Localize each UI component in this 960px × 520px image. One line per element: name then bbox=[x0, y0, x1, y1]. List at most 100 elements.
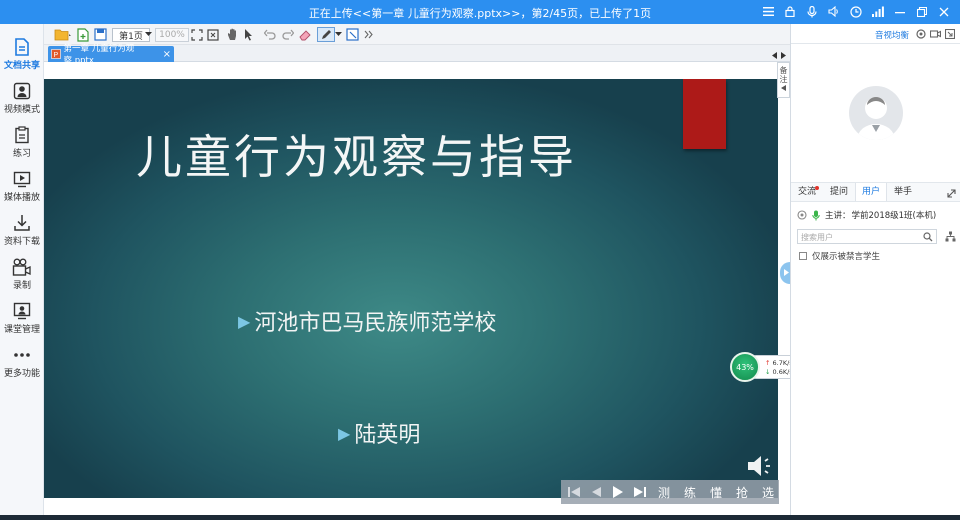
sidebar-item-video-mode[interactable]: 视频模式 bbox=[0, 78, 44, 118]
right-panel-tabs: 交流 提问 用户 举手 bbox=[791, 182, 960, 202]
slide-bullet-text: 陆英明 bbox=[354, 423, 421, 448]
eraser-icon[interactable] bbox=[299, 27, 312, 42]
sidebar-item-class-manage[interactable]: 课堂管理 bbox=[0, 298, 44, 338]
notes-tab-label: 备注 bbox=[779, 66, 788, 84]
tab-scroll-left-icon[interactable] bbox=[772, 49, 777, 62]
document-canvas[interactable]: 儿童行为观察与指导 ▶ 河池市巴马民族师范学校 ▶ 陆英明 备注 测 练 懂 抢… bbox=[44, 62, 790, 516]
playbar-choose-button[interactable]: 选 bbox=[759, 484, 777, 501]
taskbar-strip bbox=[0, 515, 960, 520]
play-icon[interactable] bbox=[611, 484, 625, 500]
slide-bullet: ▶ 陆英明 bbox=[338, 417, 420, 449]
zoom-select[interactable]: 100% bbox=[155, 28, 189, 42]
camera-settings-icon[interactable] bbox=[916, 29, 926, 42]
playbar-understand-button[interactable]: 懂 bbox=[707, 484, 725, 501]
volume-icon[interactable] bbox=[746, 454, 776, 481]
playbar-test-button[interactable]: 测 bbox=[655, 484, 673, 501]
exercise-icon bbox=[15, 126, 29, 144]
host-row: 主讲： 学前2018级1班(本机) bbox=[797, 208, 936, 222]
slide[interactable]: 儿童行为观察与指导 ▶ 河池市巴马民族师范学校 ▶ 陆英明 bbox=[44, 79, 778, 498]
upload-arrow-icon: ↑ bbox=[765, 359, 771, 367]
close-icon[interactable] bbox=[936, 3, 952, 20]
tab-label: 用户 bbox=[861, 187, 880, 197]
search-input[interactable]: 搜索用户 bbox=[797, 229, 937, 244]
tab-label: 举手 bbox=[893, 187, 912, 197]
host-mic-icon bbox=[812, 210, 820, 220]
playbar-practice-button[interactable]: 练 bbox=[681, 484, 699, 501]
sidebar-item-label: 更多功能 bbox=[3, 369, 40, 379]
muted-only-checkbox-row[interactable]: 仅展示被禁言学生 bbox=[799, 250, 880, 262]
speaker-icon[interactable] bbox=[826, 3, 842, 20]
host-name: 学前2018级1班(本机) bbox=[851, 211, 937, 221]
mic-icon[interactable] bbox=[804, 3, 820, 20]
svg-text:P: P bbox=[54, 52, 59, 59]
more-icon bbox=[14, 353, 30, 357]
avatar bbox=[849, 86, 903, 140]
tab-label: 提问 bbox=[829, 187, 848, 197]
org-tree-icon[interactable] bbox=[945, 231, 956, 245]
new-document-icon[interactable] bbox=[76, 27, 90, 42]
slide-bullet-text: 河池市巴马民族师范学校 bbox=[254, 311, 497, 336]
first-page-icon[interactable] bbox=[567, 484, 581, 500]
lock-icon[interactable] bbox=[782, 3, 798, 20]
video-mode-icon bbox=[13, 82, 31, 100]
memory-percent: 43% bbox=[730, 352, 760, 382]
right-panel-header: 音视均衡 bbox=[791, 24, 960, 44]
sidebar-item-label: 媒体播放 bbox=[3, 193, 40, 203]
hand-tool-icon[interactable] bbox=[227, 27, 239, 42]
right-panel: 音视均衡 交流 提问 用户 举手 主讲： 学前2018级1班(本机) 搜索用户 … bbox=[790, 24, 960, 520]
sidebar-item-exercise[interactable]: 练习 bbox=[0, 122, 44, 162]
pen-tool-icon[interactable] bbox=[317, 27, 335, 42]
slide-decoration-bar bbox=[683, 79, 726, 149]
sidebar-item-media-play[interactable]: 媒体播放 bbox=[0, 166, 44, 206]
left-sidebar: 文档共享 视频模式 练习 媒体播放 资料下载 录制 课堂管理 更多功能 bbox=[0, 24, 44, 520]
fit-page-icon[interactable] bbox=[207, 27, 219, 42]
download-icon bbox=[14, 215, 30, 231]
sidebar-item-download[interactable]: 资料下载 bbox=[0, 210, 44, 250]
clock-icon[interactable] bbox=[848, 3, 864, 20]
sidebar-item-label: 练习 bbox=[12, 149, 31, 159]
muted-only-checkbox[interactable] bbox=[799, 252, 807, 260]
av-balance-link[interactable]: 音视均衡 bbox=[875, 29, 909, 41]
tab-chat[interactable]: 交流 bbox=[791, 183, 823, 201]
prev-page-icon[interactable] bbox=[589, 484, 603, 500]
chevron-down-icon[interactable] bbox=[145, 27, 152, 42]
pointer-tool-icon[interactable] bbox=[244, 27, 254, 42]
sidebar-item-document-share[interactable]: 文档共享 bbox=[0, 34, 44, 74]
chevron-down-icon[interactable] bbox=[335, 27, 342, 42]
sidebar-item-record[interactable]: 录制 bbox=[0, 254, 44, 294]
redo-icon[interactable] bbox=[282, 27, 294, 42]
save-icon[interactable] bbox=[94, 27, 107, 42]
expand-icon[interactable] bbox=[947, 188, 956, 201]
sidebar-item-label: 课堂管理 bbox=[3, 325, 40, 335]
tab-users[interactable]: 用户 bbox=[855, 183, 887, 201]
playback-bar: 测 练 懂 抢 选 bbox=[561, 480, 779, 504]
tab-scroll-right-icon[interactable] bbox=[781, 49, 786, 62]
playbar-grab-button[interactable]: 抢 bbox=[733, 484, 751, 501]
sidebar-item-more[interactable]: 更多功能 bbox=[0, 342, 44, 382]
popout-icon[interactable] bbox=[944, 28, 956, 42]
open-folder-icon[interactable] bbox=[54, 27, 72, 42]
select-area-icon[interactable] bbox=[346, 27, 359, 42]
fit-screen-icon[interactable] bbox=[191, 27, 203, 42]
bullet-marker: ▶ bbox=[238, 311, 251, 331]
restore-icon[interactable] bbox=[914, 3, 930, 20]
more-tools-icon[interactable] bbox=[364, 27, 373, 42]
menu-icon[interactable] bbox=[760, 3, 776, 20]
sidebar-item-label: 文档共享 bbox=[3, 61, 40, 71]
tab-close-button[interactable]: × bbox=[163, 49, 171, 60]
tab-raise-hand[interactable]: 举手 bbox=[887, 183, 919, 201]
camera-icon[interactable] bbox=[929, 29, 942, 42]
document-share-icon bbox=[15, 38, 29, 56]
undo-icon[interactable] bbox=[264, 27, 276, 42]
title-bar: 正在上传<<第一章 儿童行为观察.pptx>>，第2/45页，已上传了1页 bbox=[0, 0, 960, 24]
tab-question[interactable]: 提问 bbox=[823, 183, 855, 201]
signal-icon[interactable] bbox=[870, 3, 886, 20]
host-camera-icon bbox=[797, 210, 807, 220]
media-play-icon bbox=[13, 171, 31, 188]
last-page-icon[interactable] bbox=[633, 484, 647, 500]
notes-tab[interactable]: 备注 bbox=[777, 62, 790, 98]
search-icon[interactable] bbox=[923, 232, 933, 245]
minimize-icon[interactable] bbox=[892, 3, 908, 20]
unread-dot bbox=[815, 186, 819, 190]
tab-document[interactable]: P 第一章 儿童行为观察.pptx × bbox=[48, 44, 174, 66]
